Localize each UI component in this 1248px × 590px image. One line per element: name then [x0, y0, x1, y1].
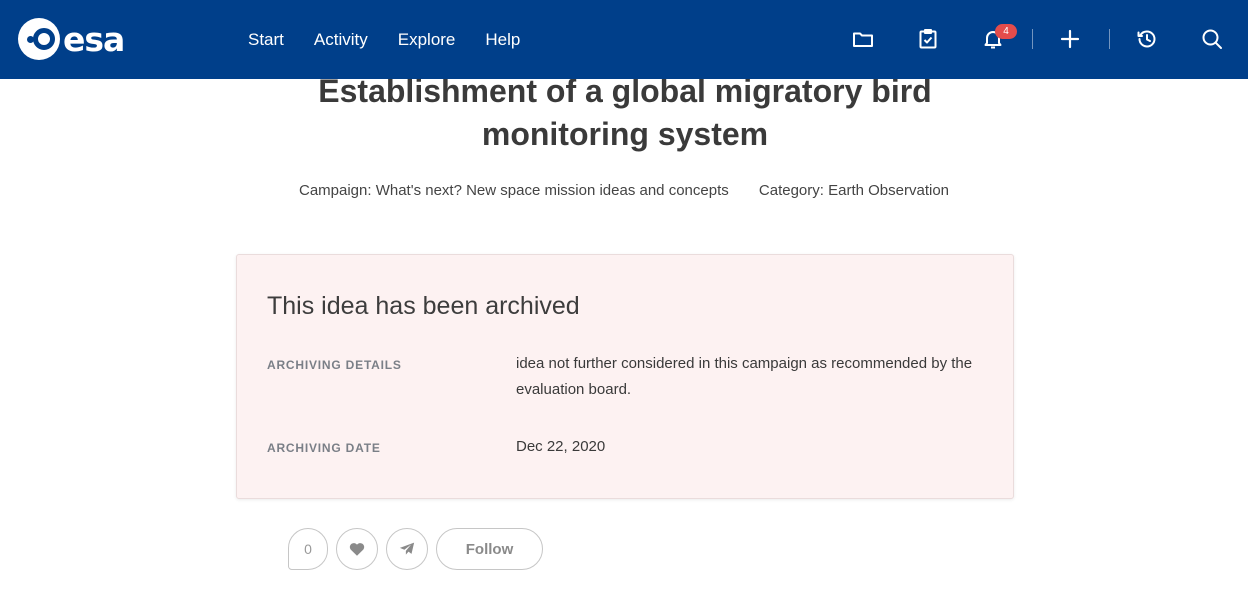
logo-text: esa [63, 19, 125, 59]
notification-badge: 4 [995, 24, 1017, 39]
header-divider [1109, 29, 1110, 49]
archiving-details-label: ARCHIVING DETAILS [267, 358, 402, 372]
archive-heading: This idea has been archived [267, 292, 580, 320]
comment-count-button[interactable]: 0 [288, 528, 328, 570]
category-link[interactable]: Category: Earth Observation [759, 182, 949, 199]
search-icon[interactable] [1200, 27, 1224, 51]
header-divider [1032, 29, 1033, 49]
archive-notice: This idea has been archived ARCHIVING DE… [236, 254, 1014, 499]
main-nav: Start Activity Explore Help [248, 0, 520, 79]
clipboard-check-icon[interactable] [916, 27, 940, 51]
idea-meta: Campaign: What's next? New space mission… [0, 182, 1248, 199]
top-navigation-bar: esa Start Activity Explore Help 4 [0, 0, 1248, 79]
bell-icon[interactable]: 4 [981, 24, 1017, 51]
nav-start[interactable]: Start [248, 30, 284, 50]
archiving-details-value: idea not further considered in this camp… [516, 355, 973, 398]
archiving-date-value: Dec 22, 2020 [516, 438, 606, 455]
plus-icon[interactable] [1058, 27, 1082, 51]
history-icon[interactable] [1135, 27, 1159, 51]
nav-explore[interactable]: Explore [398, 30, 456, 50]
nav-help[interactable]: Help [485, 30, 520, 50]
share-button[interactable] [386, 528, 428, 570]
folder-icon[interactable] [851, 27, 875, 51]
follow-button[interactable]: Follow [436, 528, 543, 570]
send-icon [399, 542, 415, 555]
archiving-date-label: ARCHIVING DATE [267, 441, 381, 455]
nav-activity[interactable]: Activity [314, 30, 368, 50]
idea-title: Establishment of a global migratory bird… [318, 73, 932, 152]
esa-logo[interactable]: esa [18, 17, 136, 61]
campaign-link[interactable]: Campaign: What's next? New space mission… [299, 182, 729, 199]
heart-icon [349, 543, 365, 556]
esa-logo-mark [18, 18, 60, 60]
like-button[interactable] [336, 528, 378, 570]
